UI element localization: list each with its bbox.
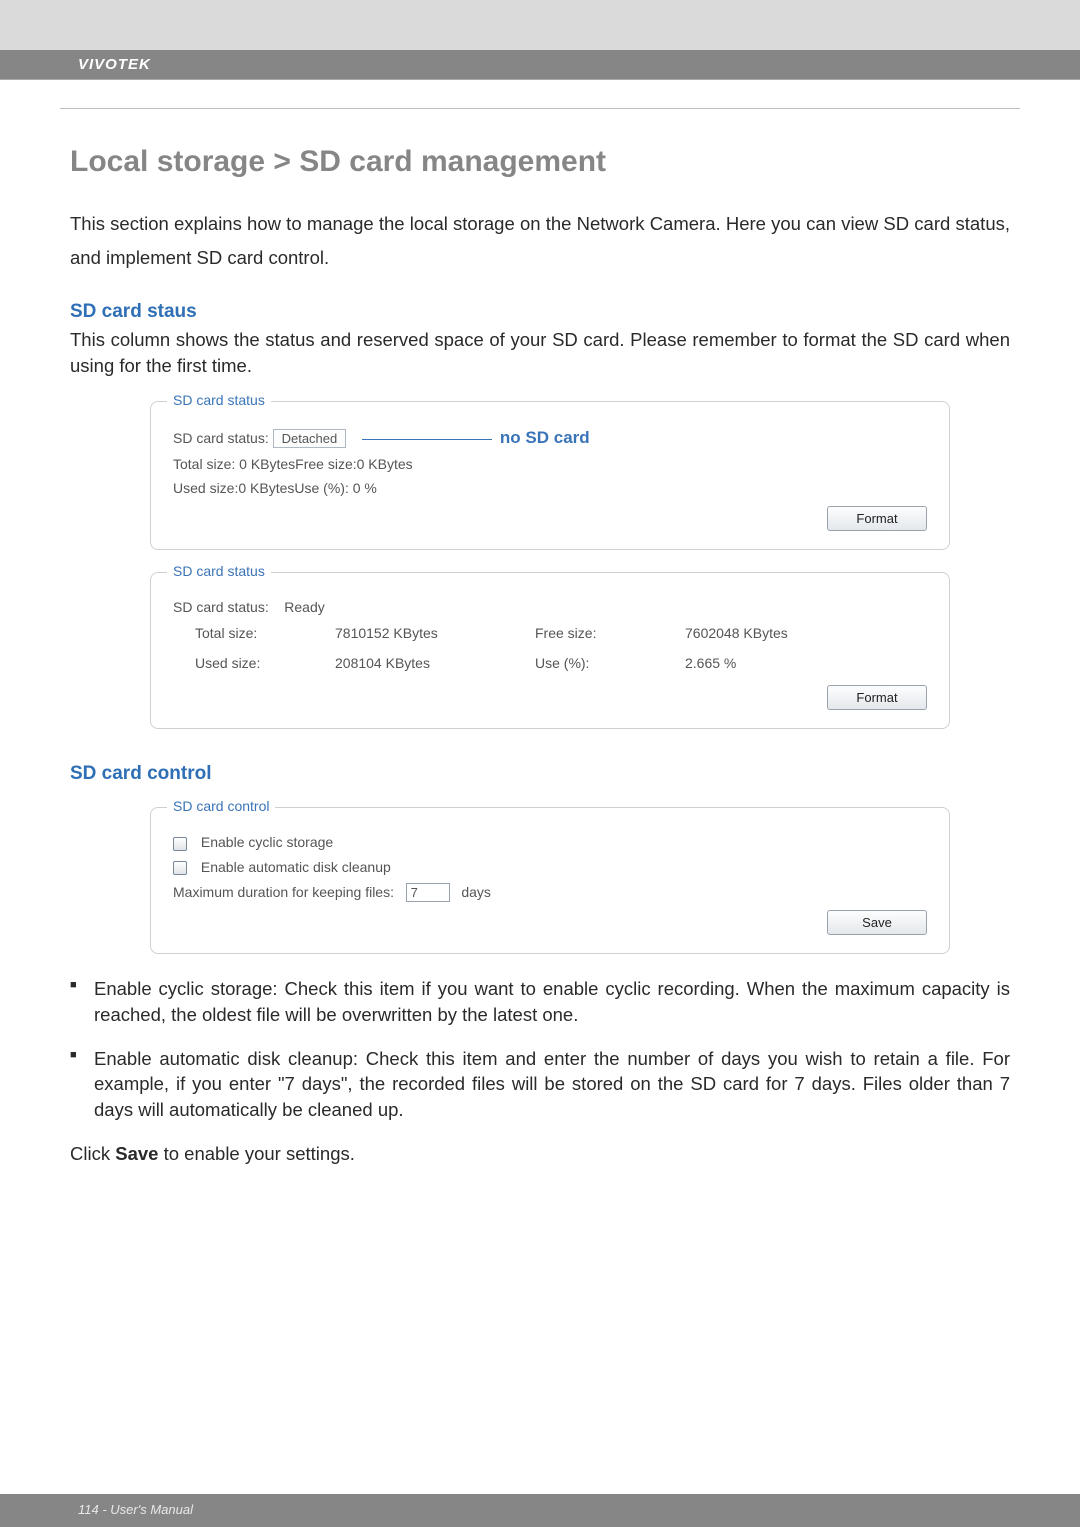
page-footer: 114 - User's Manual [0,1494,1080,1527]
format-button[interactable]: Format [827,506,927,531]
auto-cleanup-label: Enable automatic disk cleanup [201,859,391,875]
status-value-box: Detached [273,429,347,448]
status-value: Ready [284,599,324,615]
explanation-list: Enable cyclic storage: Check this item i… [70,976,1010,1123]
no-sd-card-callout: no SD card [500,428,590,447]
bullet-cleanup: Enable automatic disk cleanup: Check thi… [70,1046,1010,1124]
use-pct-value: 2.665 % [685,655,885,671]
closing-line: Click Save to enable your settings. [70,1141,1010,1167]
top-gray-band [0,0,1080,50]
brand-bar: VIVOTEK [0,50,1080,80]
closing-bold: Save [115,1143,158,1164]
status-label: SD card status: [173,430,269,446]
save-button[interactable]: Save [827,910,927,935]
sd-card-status-panel-detached: SD card status SD card status: Detached … [150,401,950,550]
status-row: SD card status: Ready [173,599,927,615]
use-pct-label: Use (%): [535,655,685,671]
size-row-2: Used size:0 KBytesUse (%): 0 % [173,480,927,496]
total-size-label: Total size: [195,625,335,641]
used-size-label: Used size: [195,655,335,671]
size-row-1: Total size: 0 KBytesFree size:0 KBytes [173,456,927,472]
status-row: SD card status: Detached no SD card [173,428,927,448]
callout-leader-line [362,439,492,440]
sd-card-control-panel: SD card control Enable cyclic storage En… [150,807,950,954]
brand-text: VIVOTEK [78,56,151,73]
fieldset-legend: SD card status [167,392,271,408]
closing-prefix: Click [70,1143,115,1164]
status-label: SD card status: [173,599,269,615]
days-suffix: days [461,884,491,900]
total-size-value: 7810152 KBytes [335,625,535,641]
free-size-label: Free size: [535,625,685,641]
cyclic-storage-row: Enable cyclic storage [173,834,927,850]
days-input[interactable] [406,883,450,902]
cyclic-storage-label: Enable cyclic storage [201,834,333,850]
sd-card-status-description: This column shows the status and reserve… [70,327,1010,379]
intro-paragraph: This section explains how to manage the … [70,207,1010,275]
max-duration-row: Maximum duration for keeping files: days [173,883,927,902]
auto-cleanup-checkbox[interactable] [173,861,187,875]
used-size-value: 208104 KBytes [335,655,535,671]
bullet-cyclic: Enable cyclic storage: Check this item i… [70,976,1010,1028]
footer-text: 114 - User's Manual [78,1502,193,1517]
format-button[interactable]: Format [827,685,927,710]
auto-cleanup-row: Enable automatic disk cleanup [173,859,927,875]
closing-suffix: to enable your settings. [158,1143,354,1164]
sd-card-status-panel-ready: SD card status SD card status: Ready Tot… [150,572,950,729]
fieldset-legend: SD card status [167,563,271,579]
page-title: Local storage > SD card management [70,145,1010,179]
fieldset-legend: SD card control [167,798,275,814]
sd-card-control-heading: SD card control [70,763,1010,785]
max-duration-label: Maximum duration for keeping files: [173,884,394,900]
sd-card-status-heading: SD card staus [70,301,1010,323]
stats-grid: Total size: 7810152 KBytes Free size: 76… [195,625,927,671]
free-size-value: 7602048 KBytes [685,625,885,641]
cyclic-storage-checkbox[interactable] [173,837,187,851]
